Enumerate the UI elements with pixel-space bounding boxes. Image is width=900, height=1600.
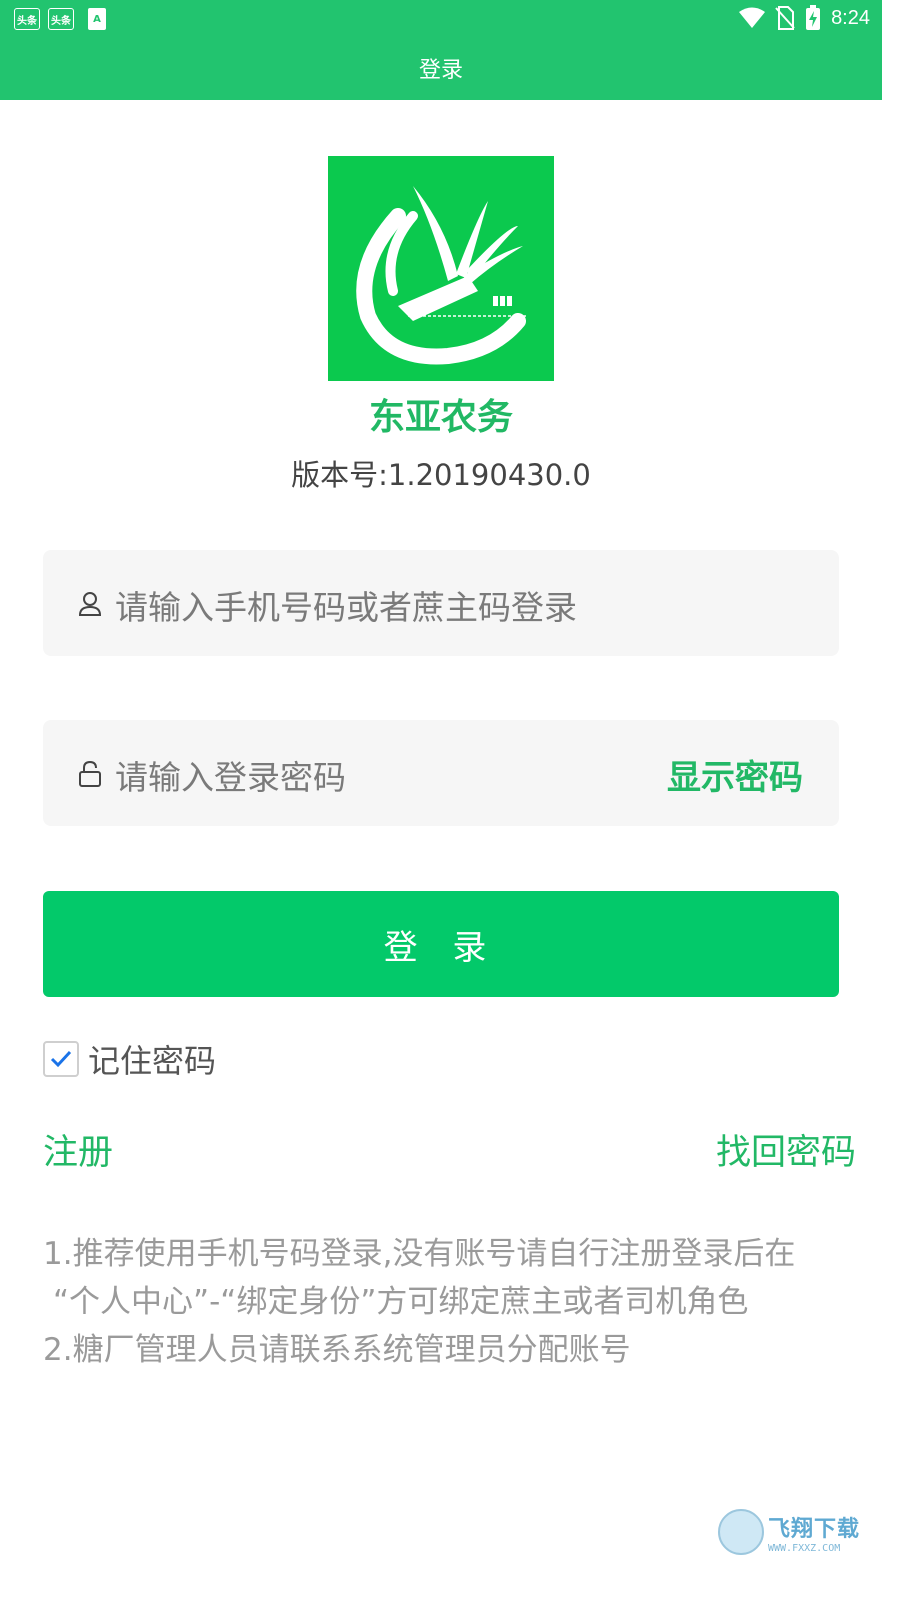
note-line: 1.推荐使用手机号码登录,没有账号请自行注册登录后在 <box>43 1236 796 1272</box>
forgot-password-link[interactable]: 找回密码 <box>716 1124 856 1175</box>
username-input[interactable]: 请输入手机号码或者蔗主码登录 <box>43 550 839 656</box>
watermark: 飞翔下载 WWW.FXXZ.COM <box>718 1508 878 1556</box>
remember-checkbox[interactable] <box>43 1041 79 1077</box>
app-header: 头条 头条 A 8:24 登录 <box>0 0 882 100</box>
version-label: 版本号:1.20190430.0 <box>291 458 591 492</box>
no-sim-icon <box>775 6 795 30</box>
checkmark-icon <box>50 1050 72 1068</box>
remember-label: 记住密码 <box>88 1042 217 1080</box>
show-password-toggle[interactable]: 显示密码 <box>667 750 803 799</box>
status-bar: 头条 头条 A 8:24 <box>0 0 882 36</box>
register-link[interactable]: 注册 <box>43 1124 113 1175</box>
notification-icon: 头条 <box>14 8 40 30</box>
watermark-text: 飞翔下载 <box>768 1516 861 1542</box>
login-button[interactable]: 登 录 <box>43 891 839 997</box>
notification-icon: 头条 <box>48 8 74 30</box>
app-name: 东亚农务 <box>368 397 513 438</box>
watermark-logo-icon <box>718 1509 764 1555</box>
remember-password[interactable]: 记住密码 <box>43 1040 216 1080</box>
watermark-url: WWW.FXXZ.COM <box>768 1542 841 1554</box>
note-line: 2.糖厂管理人员请联系系统管理员分配账号 <box>43 1332 631 1368</box>
password-placeholder: 请输入登录密码 <box>115 758 346 797</box>
notification-icon: A <box>88 8 106 30</box>
username-placeholder: 请输入手机号码或者蔗主码登录 <box>115 588 577 627</box>
lock-icon <box>79 760 101 787</box>
login-notes: 1.推荐使用手机号码登录,没有账号请自行注册登录后在 “个人中心”-“绑定身份”… <box>43 1230 843 1374</box>
password-input[interactable]: 请输入登录密码 显示密码 <box>43 720 839 826</box>
note-line: “个人中心”-“绑定身份”方可绑定蔗主或者司机角色 <box>53 1284 749 1320</box>
page-title: 登录 <box>418 58 463 83</box>
app-logo <box>328 156 554 381</box>
status-indicators: 8:24 <box>739 5 870 31</box>
battery-charging-icon <box>806 5 821 30</box>
wifi-icon <box>739 7 766 28</box>
user-icon <box>78 592 102 616</box>
clock: 8:24 <box>831 6 870 29</box>
